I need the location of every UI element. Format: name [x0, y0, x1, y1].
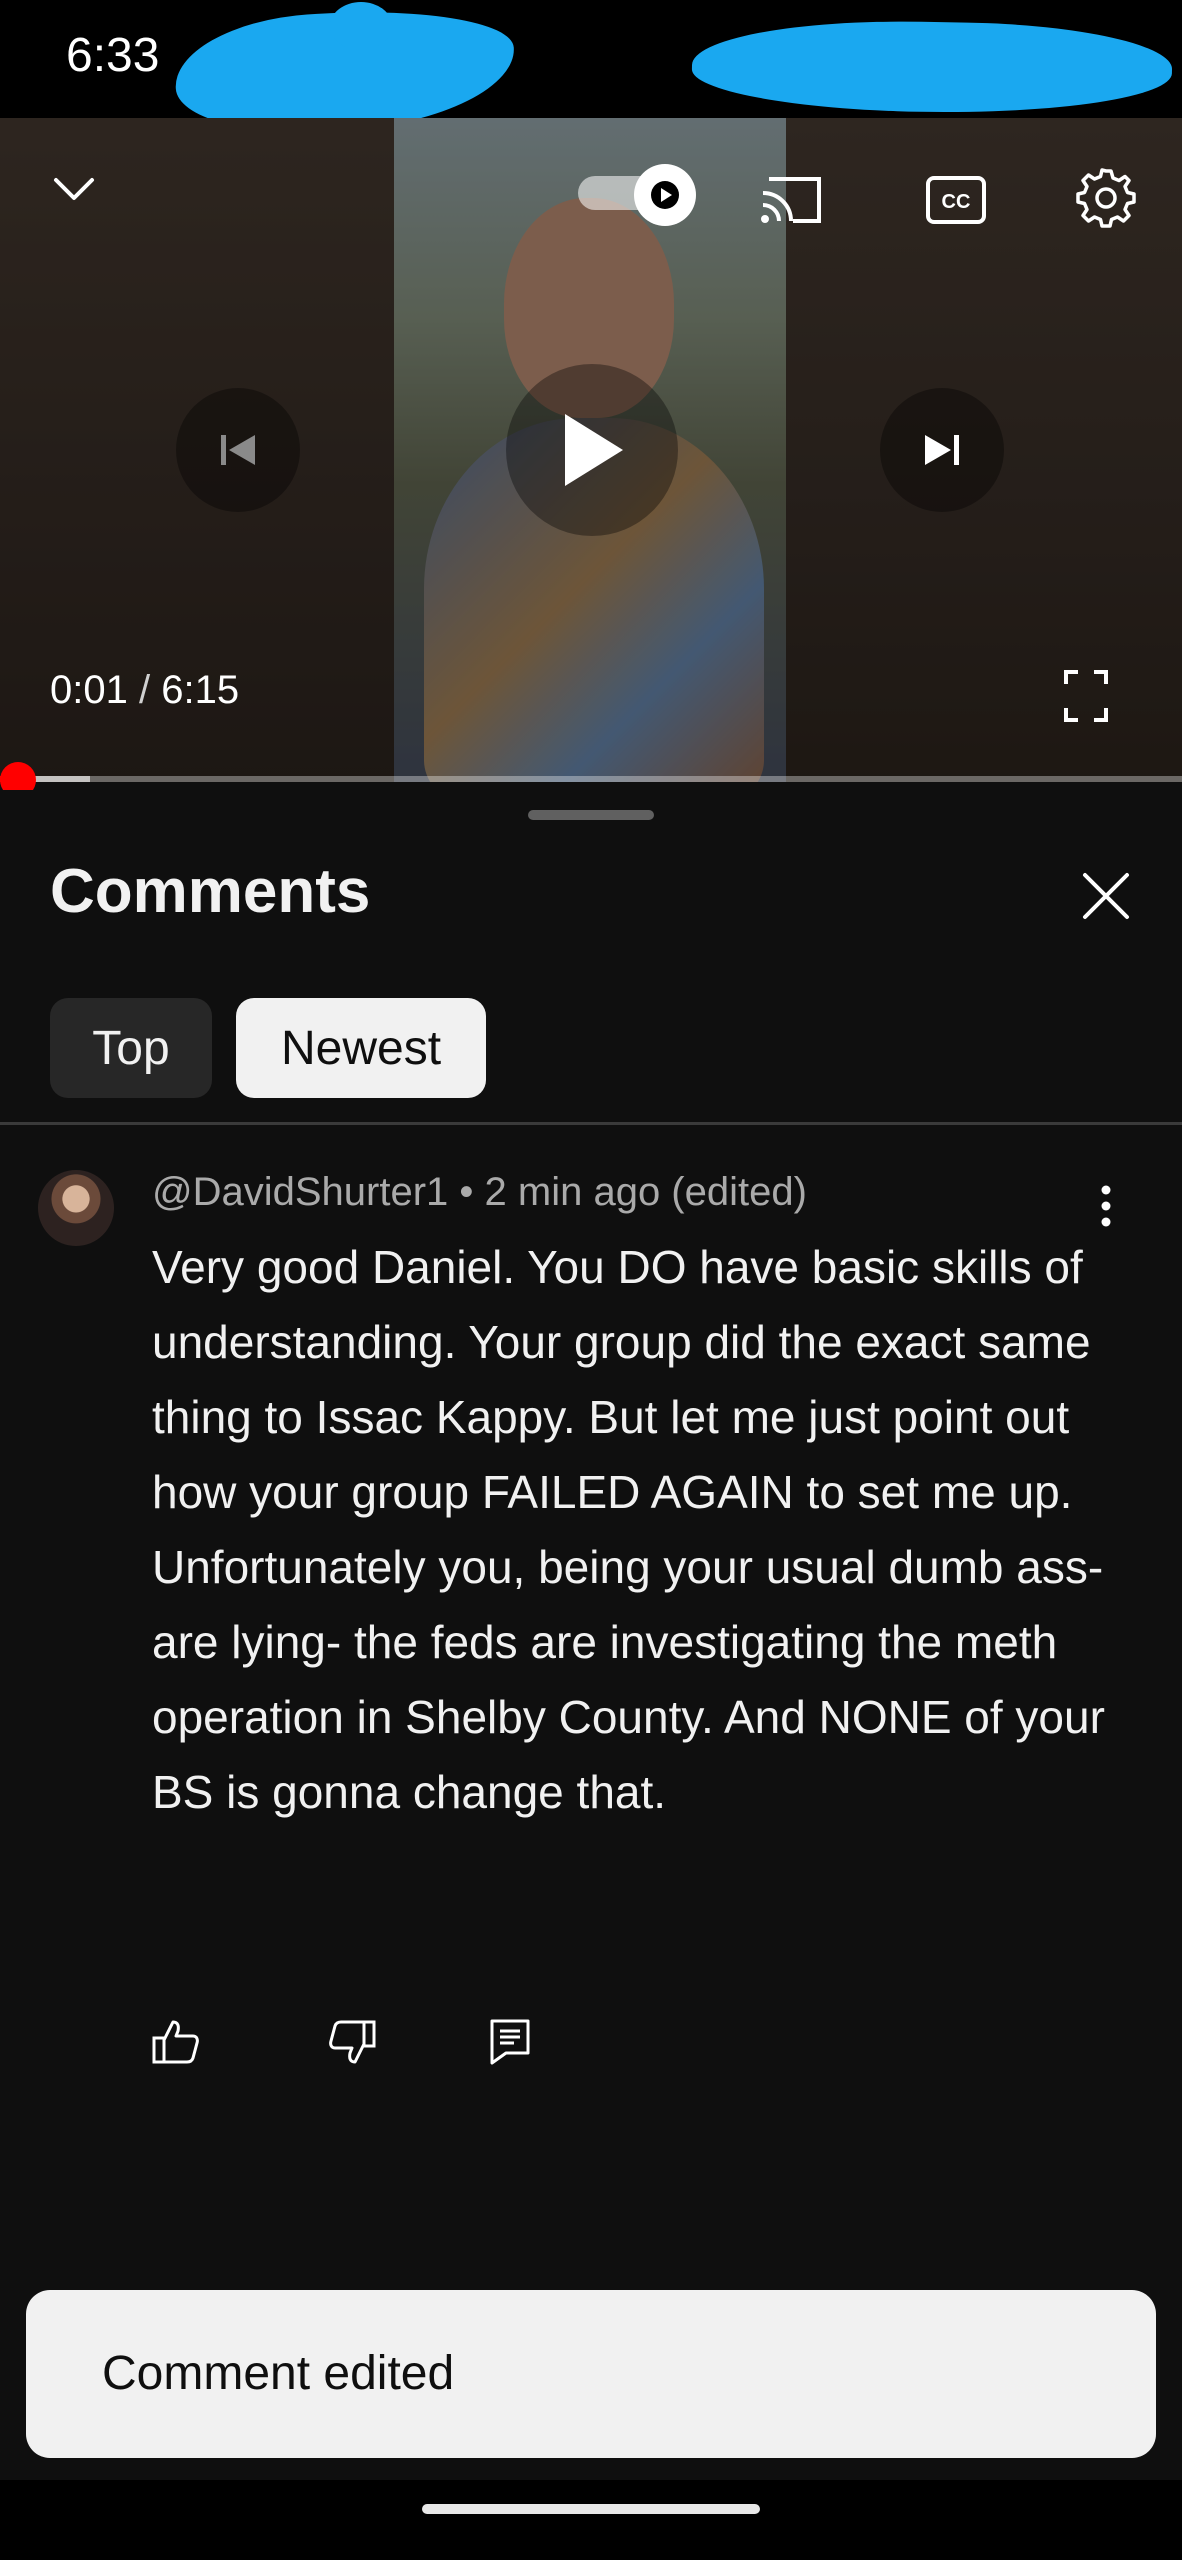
avatar[interactable] [38, 1170, 114, 1246]
autoplay-toggle[interactable] [578, 164, 696, 226]
gear-icon[interactable] [1070, 162, 1142, 234]
redaction-mark [330, 2, 392, 50]
time-display: 0:01 / 6:15 [50, 668, 239, 713]
divider [0, 1122, 1182, 1125]
video-player[interactable]: CC 0:01 / 6:15 [0, 118, 1182, 782]
autoplay-play-icon [634, 164, 696, 226]
comment-text: Very good Daniel. You DO have basic skil… [152, 1241, 1105, 1818]
comment-meta: @DavidShurter1 • 2 min ago (edited) [152, 1170, 807, 1215]
cc-icon[interactable]: CC [920, 168, 992, 232]
thumbs-down-icon[interactable] [322, 2012, 382, 2072]
snackbar: Comment edited [26, 2290, 1156, 2458]
svg-text:CC: CC [942, 191, 971, 213]
current-time: 0:01 [50, 668, 128, 712]
comments-sheet: Comments Top Newest @DavidShurter1 • 2 m… [0, 790, 1182, 2480]
more-vert-icon[interactable] [1084, 1174, 1128, 1238]
chevron-down-icon[interactable] [42, 158, 106, 222]
comment-author[interactable]: @DavidShurter1 [152, 1170, 448, 1214]
status-time: 6:33 [66, 29, 160, 82]
time-separator: / [138, 668, 151, 712]
reply-icon[interactable] [480, 2012, 540, 2072]
duration: 6:15 [161, 668, 240, 712]
snackbar-message: Comment edited [102, 2347, 455, 2400]
system-nav-bar [0, 2480, 1182, 2560]
comment-timestamp: • 2 min ago (edited) [448, 1170, 807, 1214]
close-icon[interactable] [1074, 864, 1138, 928]
status-bar: 6:33 [0, 0, 1182, 142]
drag-handle[interactable] [528, 810, 654, 820]
play-icon[interactable] [506, 364, 678, 536]
fullscreen-icon[interactable] [1056, 666, 1116, 726]
redaction-mark [691, 17, 1173, 117]
skip-previous-icon[interactable] [176, 388, 300, 512]
skip-next-icon[interactable] [880, 388, 1004, 512]
filter-chip-newest[interactable]: Newest [236, 998, 486, 1098]
home-indicator[interactable] [422, 2504, 760, 2514]
filter-chip-top[interactable]: Top [50, 998, 212, 1098]
cast-icon[interactable] [756, 168, 828, 232]
progress-bar[interactable] [0, 776, 1182, 782]
thumbs-up-icon[interactable] [146, 2012, 206, 2072]
comments-title: Comments [50, 857, 371, 926]
